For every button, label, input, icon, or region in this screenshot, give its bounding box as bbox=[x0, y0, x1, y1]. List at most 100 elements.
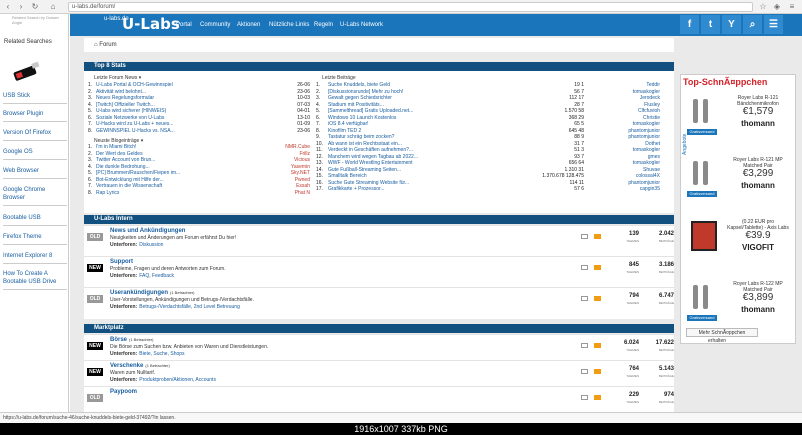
post-link[interactable]: Kinofilm TED 2 bbox=[328, 128, 468, 134]
post-user[interactable]: Clfcfuvioh bbox=[600, 108, 660, 114]
post-link[interactable]: Gute Fußball-Streaming Seiten... bbox=[328, 167, 468, 173]
forum-title-text[interactable]: Userankündigungen bbox=[110, 290, 168, 296]
post-link[interactable]: Suche Gute Streaming Website für... bbox=[328, 180, 468, 186]
bookmark-icon[interactable]: ☆ bbox=[758, 2, 768, 12]
sidebar-link-browser-plugin[interactable]: Browser Plugin bbox=[3, 110, 67, 122]
nav-regeln[interactable]: Regeln bbox=[314, 22, 333, 28]
post-user[interactable]: Shuvae bbox=[600, 167, 660, 173]
breadcrumb-forum[interactable]: Forum bbox=[99, 42, 116, 48]
forum-title-text[interactable]: Börse bbox=[110, 337, 127, 343]
search-icon[interactable]: ⌕ bbox=[743, 15, 762, 34]
youtube-icon[interactable]: Y bbox=[722, 15, 741, 34]
news-link[interactable]: Aktivität wird belohnt... bbox=[96, 89, 246, 95]
nav-community[interactable]: Community bbox=[200, 22, 230, 28]
post-user[interactable]: Jerodeck bbox=[600, 95, 660, 101]
news-column-head[interactable]: Letzte Forum News ▾ bbox=[94, 75, 141, 81]
blog-author[interactable]: Phat N bbox=[260, 190, 310, 196]
more-deals-button[interactable]: Mehr SchnÃ¤ppchen bbox=[686, 328, 758, 337]
home-icon[interactable]: ⌂ bbox=[48, 2, 58, 12]
forum-title-text[interactable]: News und Ankündigungen bbox=[110, 228, 185, 234]
forum-title-text[interactable]: Support bbox=[110, 259, 133, 265]
sidebar-link-usb-stick[interactable]: USB Stick bbox=[3, 92, 67, 104]
site-logo[interactable]: U-Labs bbox=[122, 15, 180, 33]
rss-icon[interactable] bbox=[594, 343, 601, 348]
ad-item[interactable]: Royer Labs R-121 Bändchenmikrofon €1,579 t… bbox=[685, 93, 789, 141]
nav-network[interactable]: U-Labs Network bbox=[340, 22, 383, 28]
news-link[interactable]: U-labs wird sicherer (HINWEIS) bbox=[96, 108, 246, 114]
post-user[interactable]: phantomjunior bbox=[600, 134, 660, 140]
post-link[interactable]: [Diskussionsrunde] Mehr zu hoch! bbox=[328, 89, 468, 95]
blog-link[interactable]: Bot-Entwicklung mit Hilfe der... bbox=[96, 177, 246, 183]
post-user[interactable]: capgin35 bbox=[600, 186, 660, 192]
post-link[interactable]: Suche Knuddels, biete Geld bbox=[328, 82, 468, 88]
subscribe-icon[interactable] bbox=[581, 395, 588, 400]
blog-link[interactable]: Twitter Account von Brun... bbox=[96, 157, 246, 163]
subscribe-icon[interactable] bbox=[581, 265, 588, 270]
sidebar-link-google-os[interactable]: Google OS bbox=[3, 148, 67, 160]
nav-aktionen[interactable]: Aktionen bbox=[237, 22, 260, 28]
forum-title[interactable]: Support bbox=[110, 259, 133, 265]
post-user[interactable]: tomaskogler bbox=[600, 160, 660, 166]
subforum-links[interactable]: Produktproben/Aktionen, Accounts bbox=[139, 377, 216, 383]
blog-author[interactable]: NMR.Cube bbox=[260, 144, 310, 150]
address-bar[interactable]: u-labs.de/forum/ bbox=[68, 2, 753, 12]
sidebar-link-chrome-browser[interactable]: Google Chrome Browser bbox=[3, 186, 67, 206]
blog-link[interactable]: [PC] Brummen/Rauschen/Fiepen im... bbox=[96, 170, 246, 176]
post-link[interactable]: Manchem wird wegen Tagbau ab 2022... bbox=[328, 154, 468, 160]
post-user[interactable]: gmes bbox=[600, 154, 660, 160]
subforum-links[interactable]: Diskussion bbox=[139, 242, 163, 248]
post-user[interactable]: phantomjunior bbox=[600, 128, 660, 134]
blog-author[interactable]: Vicious bbox=[260, 157, 310, 163]
ad-item[interactable]: (0.22 EUR pro Kapsel/Tablette) - Axis La… bbox=[685, 217, 789, 265]
facebook-icon[interactable]: f bbox=[680, 15, 699, 34]
forum-title[interactable]: News und Ankündigungen bbox=[110, 228, 185, 234]
post-user[interactable]: Teddir bbox=[600, 82, 660, 88]
subforum-links[interactable]: Biete, Suche, Shops bbox=[139, 351, 184, 357]
rss-icon[interactable] bbox=[594, 296, 601, 301]
sidebar-link-bootable-usb-drive[interactable]: How To Create A Bootable USB Drive bbox=[3, 270, 67, 290]
subscribe-icon[interactable] bbox=[581, 343, 588, 348]
forum-title[interactable]: Verschenke (1 Betrachter) bbox=[110, 363, 170, 369]
forum-title[interactable]: Börse (1 Betrachter) bbox=[110, 337, 153, 343]
subscribe-icon[interactable] bbox=[581, 296, 588, 301]
sidebar-link-web-browser[interactable]: Web Browser bbox=[3, 167, 67, 179]
news-link[interactable]: [Twitch] Offizieller Twitch... bbox=[96, 102, 246, 108]
post-link[interactable]: Grafikkarte + Prozessor... bbox=[328, 186, 468, 192]
post-link[interactable]: Verdeckt in Geschäften aufnehmen?... bbox=[328, 147, 468, 153]
blog-link[interactable]: I'm in Miami Bitch! bbox=[96, 144, 246, 150]
ad-item[interactable]: Royer Labs R-121 MP Matched Pair €3,299 th… bbox=[685, 155, 789, 203]
menu-icon[interactable]: ≡ bbox=[787, 2, 797, 12]
blog-author[interactable]: Essah bbox=[260, 183, 310, 189]
post-link[interactable]: WWF - World Wrestling Entertainment bbox=[328, 160, 468, 166]
post-link[interactable]: Tastatur schräg beim zocken? bbox=[328, 134, 468, 140]
news-link[interactable]: U-Labs Portal & OCH-Gewinnspiel bbox=[96, 82, 246, 88]
subforum-links[interactable]: FAQ, Feedback bbox=[139, 273, 174, 279]
news-link[interactable]: U-Hacks wird zu U-Labs + neues... bbox=[96, 121, 246, 127]
news-link[interactable]: GEWINNSPIEL U-Hacks vs. NSA... bbox=[96, 128, 246, 134]
news-link[interactable]: Neues Regelungsformular bbox=[96, 95, 246, 101]
rss-icon[interactable] bbox=[594, 369, 601, 374]
blog-link[interactable]: Der Wert des Geldes bbox=[96, 151, 246, 157]
post-user[interactable]: tomaskogler bbox=[600, 121, 660, 127]
post-user[interactable]: tomaskogler bbox=[600, 147, 660, 153]
forward-icon[interactable]: › bbox=[16, 2, 26, 12]
menu-toggle-icon[interactable]: ☰ bbox=[764, 15, 783, 34]
forum-title[interactable]: Paypoom bbox=[110, 389, 137, 395]
blog-link[interactable]: Vertrauen in die Wissenschaft bbox=[96, 183, 246, 189]
post-user[interactable]: colossal4X bbox=[600, 173, 660, 179]
post-user[interactable]: tomaskogler bbox=[600, 89, 660, 95]
rss-icon[interactable] bbox=[594, 395, 601, 400]
post-user[interactable]: phantomjunior bbox=[600, 180, 660, 186]
blog-link[interactable]: Rap Lyrics bbox=[96, 190, 246, 196]
nav-portal[interactable]: Portal bbox=[176, 22, 192, 28]
rss-icon[interactable] bbox=[594, 234, 601, 239]
post-user[interactable]: Flusley bbox=[600, 102, 660, 108]
post-user[interactable]: Dothet bbox=[600, 141, 660, 147]
post-user[interactable]: Christie bbox=[600, 115, 660, 121]
sidebar-link-firefox-theme[interactable]: Firefox Theme bbox=[3, 233, 67, 245]
top8-header[interactable]: Top 8 Stats bbox=[84, 62, 674, 71]
blog-author[interactable]: Pwned bbox=[260, 177, 310, 183]
nav-links[interactable]: Nützliche Links bbox=[269, 22, 309, 28]
back-icon[interactable]: ‹ bbox=[3, 2, 13, 12]
twitter-icon[interactable]: t bbox=[701, 15, 720, 34]
